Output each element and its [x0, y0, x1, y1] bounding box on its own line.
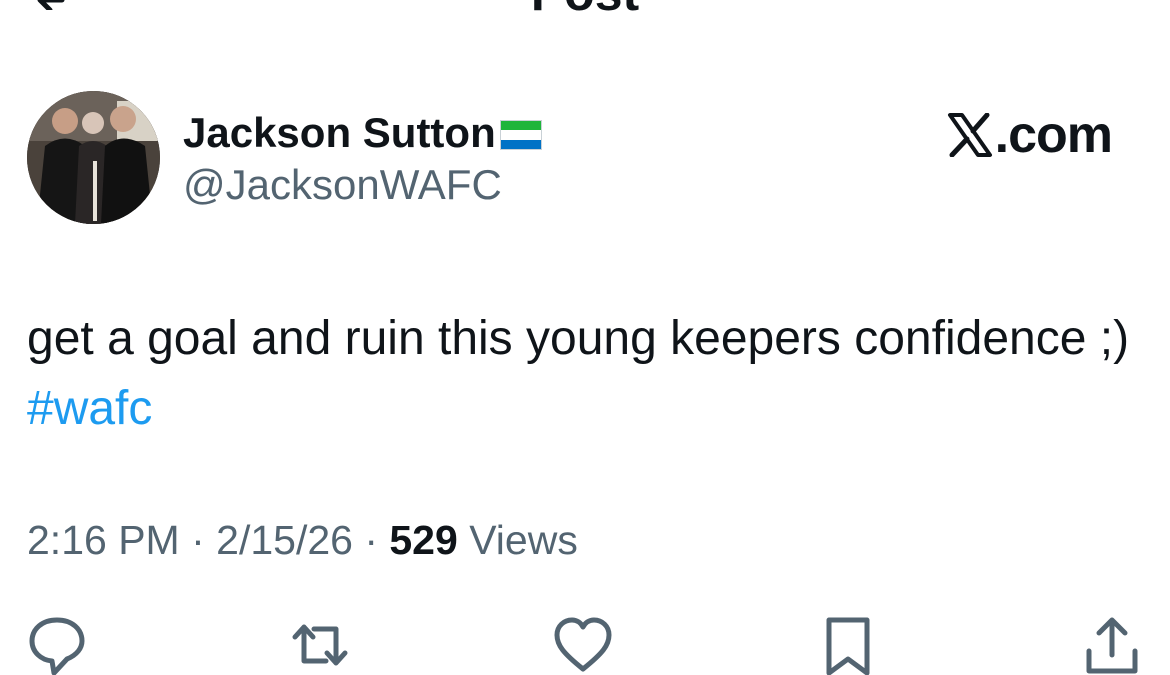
- reply-icon: [29, 617, 85, 675]
- author-handle[interactable]: @JacksonWAFC: [183, 160, 502, 210]
- share-icon: [1086, 617, 1138, 674]
- meta-separator: ·: [179, 517, 217, 563]
- bookmark-icon: [826, 617, 870, 675]
- repost-button[interactable]: [290, 615, 350, 675]
- author-name-text: Jackson Sutton: [183, 109, 496, 156]
- repost-icon: [292, 624, 348, 666]
- post-body: get a goal and ruin this young keepers c…: [27, 312, 1130, 365]
- source-label: .com: [947, 106, 1113, 164]
- sierra-leone-flag-icon: [499, 120, 542, 150]
- post-time[interactable]: 2:16 PM: [27, 517, 180, 563]
- like-button[interactable]: [553, 615, 613, 675]
- source-text: .com: [994, 106, 1113, 164]
- author-name[interactable]: Jackson Sutton: [183, 108, 542, 158]
- post-date[interactable]: 2/15/26: [216, 517, 353, 563]
- post-text: get a goal and ruin this young keepers c…: [27, 304, 1137, 444]
- hashtag-link[interactable]: #wafc: [27, 382, 152, 435]
- share-button[interactable]: [1082, 615, 1142, 675]
- views-label[interactable]: Views: [458, 517, 578, 563]
- like-icon: [554, 617, 612, 672]
- action-bar: [0, 615, 1170, 675]
- page-title: Post: [0, 0, 1170, 18]
- views-count[interactable]: 529: [389, 517, 457, 563]
- post-meta: 2:16 PM · 2/15/26 · 529 Views: [27, 515, 578, 565]
- top-bar: Post: [0, 0, 1170, 20]
- meta-separator: ·: [352, 517, 390, 563]
- avatar[interactable]: [27, 91, 160, 224]
- bookmark-button[interactable]: [818, 615, 878, 675]
- x-logo-icon: [947, 113, 992, 157]
- reply-button[interactable]: [27, 615, 87, 675]
